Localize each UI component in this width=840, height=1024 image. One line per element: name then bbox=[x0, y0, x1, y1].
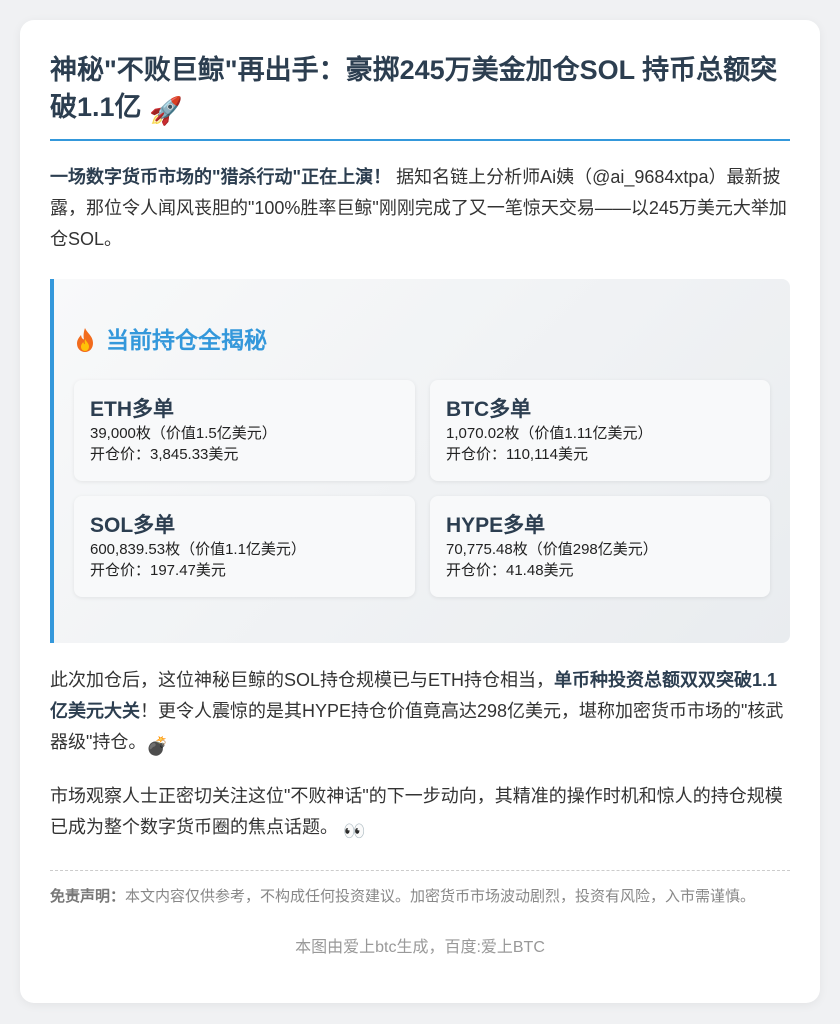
position-open-price: 开仓价：41.48美元 bbox=[446, 562, 574, 579]
disclaimer-label: 免责声明： bbox=[50, 888, 126, 905]
position-card-eth: ETH多单 39,000枚（价值1.5亿美元） 开仓价：3,845.33美元 bbox=[74, 380, 415, 481]
divider bbox=[50, 870, 790, 871]
position-open-price: 开仓价：197.47美元 bbox=[90, 562, 226, 579]
disclaimer: 免责声明：本文内容仅供参考，不构成任何投资建议。加密货币市场波动剧烈，投资有风险… bbox=[50, 885, 790, 908]
position-amount: 600,839.53枚（价值1.1亿美元） bbox=[90, 541, 306, 558]
article-title: 神秘"不败巨鲸"再出手：豪掷245万美金加仓SOL 持币总额突破1.1亿 🚀 bbox=[50, 52, 790, 141]
outlook-paragraph: 市场观察人士正密切关注这位"不败神话"的下一步动向，其精准的操作时机和惊人的持仓… bbox=[50, 781, 790, 847]
article-card: 神秘"不败巨鲸"再出手：豪掷245万美金加仓SOL 持币总额突破1.1亿 🚀 一… bbox=[20, 20, 820, 1003]
position-open-price: 开仓价：3,845.33美元 bbox=[90, 446, 239, 463]
panel-title: 当前持仓全揭秘 bbox=[74, 325, 770, 355]
positions-panel: 当前持仓全揭秘 ETH多单 39,000枚（价值1.5亿美元） 开仓价：3,84… bbox=[50, 279, 790, 643]
position-amount: 70,775.48枚（价值298亿美元） bbox=[446, 541, 658, 558]
position-name: ETH多单 bbox=[90, 398, 174, 421]
position-name: HYPE多单 bbox=[446, 514, 546, 537]
analysis-paragraph: 此次加仓后，这位神秘巨鲸的SOL持仓规模已与ETH持仓相当，单币种投资总额双双突… bbox=[50, 665, 790, 762]
position-name: BTC多单 bbox=[446, 398, 532, 421]
rocket-icon: 🚀 bbox=[149, 96, 183, 126]
position-card-btc: BTC多单 1,070.02枚（价值1.11亿美元） 开仓价：110,114美元 bbox=[430, 380, 770, 481]
positions-grid: ETH多单 39,000枚（价值1.5亿美元） 开仓价：3,845.33美元 B… bbox=[74, 380, 770, 597]
disclaimer-text: 本文内容仅供参考，不构成任何投资建议。加密货币市场波动剧烈，投资有风险，入市需谨… bbox=[125, 888, 756, 905]
position-open-price: 开仓价：110,114美元 bbox=[446, 446, 588, 463]
fire-icon bbox=[77, 328, 93, 352]
lead-strong: 一场数字货币市场的"猎杀行动"正在上演！ bbox=[50, 167, 392, 187]
panel-title-text: 当前持仓全揭秘 bbox=[106, 327, 267, 353]
position-amount: 1,070.02枚（价值1.11亿美元） bbox=[446, 425, 653, 442]
bomb-icon: 💣 bbox=[146, 736, 169, 756]
position-card-hype: HYPE多单 70,775.48枚（价值298亿美元） 开仓价：41.48美元 bbox=[430, 496, 770, 597]
footer-credit: 本图由爱上btc生成，百度:爱上BTC bbox=[295, 939, 545, 956]
position-name: SOL多单 bbox=[90, 514, 176, 537]
lead-paragraph: 一场数字货币市场的"猎杀行动"正在上演！ 据知名链上分析师Ai姨（@ai_968… bbox=[50, 162, 790, 255]
position-card-sol: SOL多单 600,839.53枚（价值1.1亿美元） 开仓价：197.47美元 bbox=[74, 496, 415, 597]
position-amount: 39,000枚（价值1.5亿美元） bbox=[90, 425, 277, 442]
eyes-icon: 👀 bbox=[343, 821, 366, 841]
